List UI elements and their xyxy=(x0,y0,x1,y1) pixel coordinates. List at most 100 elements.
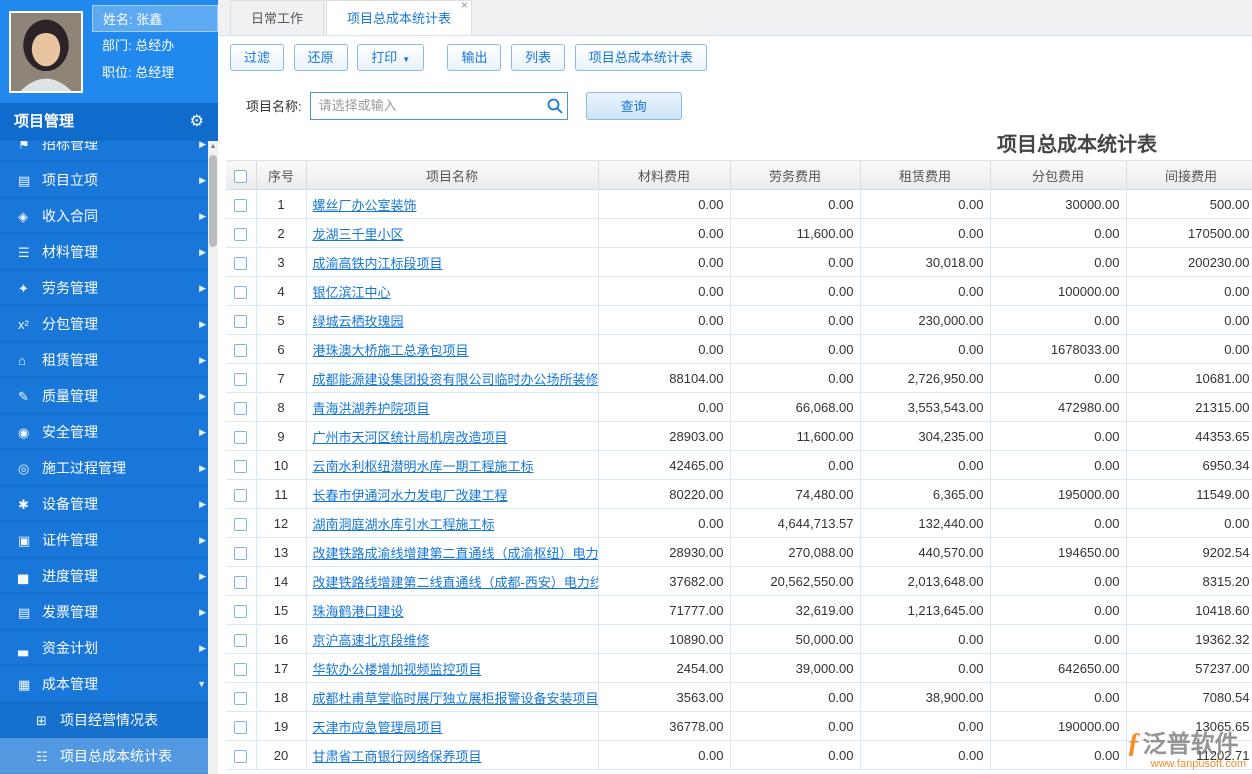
rent-cost-cell: 0.00 xyxy=(860,335,990,364)
row-checkbox[interactable] xyxy=(234,257,247,270)
project-link[interactable]: 京沪高速北京段维修 xyxy=(313,633,430,648)
chevron-right-icon: ▶ xyxy=(199,414,206,450)
tab-project-total-cost-report[interactable]: 项目总成本统计表 × xyxy=(326,0,472,35)
row-checkbox[interactable] xyxy=(234,315,247,328)
table-row: 8青海洪湖养护院项目0.0066,068.003,553,543.0047298… xyxy=(226,393,1252,422)
search-icon[interactable] xyxy=(546,97,564,115)
row-checkbox[interactable] xyxy=(234,692,247,705)
sidebar-item-income-contract[interactable]: ◈收入合同▶ xyxy=(0,198,218,234)
row-checkbox[interactable] xyxy=(234,199,247,212)
table-row: 13改建铁路成渝线增建第二直通线（成渝枢纽）电力线28930.00270,088… xyxy=(226,538,1252,567)
app-window: 姓名: 张鑫 部门: 总经办 职位: 总经理 项目管理 ⚙ ⚑招标管理▶▤项目立… xyxy=(0,0,1252,774)
sidebar-subitem-project-total-cost-report[interactable]: ☷项目总成本统计表 xyxy=(0,738,218,774)
restore-button[interactable]: 还原 xyxy=(294,44,348,71)
row-checkbox[interactable] xyxy=(234,518,247,531)
project-link[interactable]: 青海洪湖养护院项目 xyxy=(313,401,430,416)
user-title: 职位: 总经理 xyxy=(92,59,218,86)
gear-icon[interactable]: ⚙ xyxy=(190,103,204,141)
sidebar-item-equipment[interactable]: ✱设备管理▶ xyxy=(0,486,218,522)
sidebar-item-safety[interactable]: ◉安全管理▶ xyxy=(0,414,218,450)
sidebar-item-cost[interactable]: ▦成本管理▼ xyxy=(0,666,218,702)
row-checkbox[interactable] xyxy=(234,663,247,676)
sidebar-item-project-setup[interactable]: ▤项目立项▶ xyxy=(0,162,218,198)
project-link[interactable]: 长春市伊通河水力发电厂改建工程 xyxy=(313,488,508,503)
table-body: 1螺丝厂办公室装饰0.000.000.0030000.00500.002龙湖三千… xyxy=(226,190,1252,770)
project-link[interactable]: 改建铁路线增建第二线直通线（成都-西安）电力线 xyxy=(313,575,599,590)
row-checkbox[interactable] xyxy=(234,721,247,734)
table-row: 17华软办公楼增加视频监控项目2454.0039,000.000.0064265… xyxy=(226,654,1252,683)
print-button[interactable]: 打印▼ xyxy=(357,44,424,71)
project-link[interactable]: 甘肃省工商银行网络保养项目 xyxy=(313,749,482,764)
project-link[interactable]: 成都杜甫草堂临时展厅独立展柜报警设备安装项目 xyxy=(313,691,599,706)
row-checkbox[interactable] xyxy=(234,431,247,444)
sidebar-item-labor[interactable]: ✦劳务管理▶ xyxy=(0,270,218,306)
sidebar-item-invoice[interactable]: ▤发票管理▶ xyxy=(0,594,218,630)
sidebar-item-material[interactable]: ☰材料管理▶ xyxy=(0,234,218,270)
project-link[interactable]: 湖南洞庭湖水库引水工程施工标 xyxy=(313,517,495,532)
row-checkbox[interactable] xyxy=(234,605,247,618)
project-link[interactable]: 港珠澳大桥施工总承包项目 xyxy=(313,343,469,358)
row-index: 14 xyxy=(256,567,306,596)
row-index: 2 xyxy=(256,219,306,248)
query-button[interactable]: 查询 xyxy=(586,92,682,120)
subcontract-icon: x² xyxy=(18,307,42,343)
row-checkbox[interactable] xyxy=(234,228,247,241)
material-cost-cell: 28903.00 xyxy=(598,422,730,451)
row-checkbox[interactable] xyxy=(234,286,247,299)
sidebar-item-quality[interactable]: ✎质量管理▶ xyxy=(0,378,218,414)
tab-daily-work[interactable]: 日常工作 xyxy=(230,0,324,35)
project-link[interactable]: 广州市天河区统计局机房改造项目 xyxy=(313,430,508,445)
scroll-up-icon[interactable]: ▲ xyxy=(208,141,218,153)
rent-cost-cell: 2,726,950.00 xyxy=(860,364,990,393)
rent-cost-cell: 0.00 xyxy=(860,625,990,654)
report-button[interactable]: 项目总成本统计表 xyxy=(575,44,707,71)
project-link[interactable]: 成都能源建设集团投资有限公司临时办公场所装修 xyxy=(313,372,599,387)
row-checkbox[interactable] xyxy=(234,402,247,415)
project-name-input[interactable] xyxy=(310,92,568,120)
sidebar-item-bid[interactable]: ⚑招标管理▶ xyxy=(0,141,218,162)
sidebar-item-subcontract[interactable]: x²分包管理▶ xyxy=(0,306,218,342)
labor-cost-cell: 74,480.00 xyxy=(730,480,860,509)
material-cost-cell: 3563.00 xyxy=(598,683,730,712)
row-checkbox[interactable] xyxy=(234,576,247,589)
sidebar-subitem-project-operation-report[interactable]: ⊞项目经营情况表 xyxy=(0,702,218,738)
sidebar-item-certificate[interactable]: ▣证件管理▶ xyxy=(0,522,218,558)
list-button[interactable]: 列表 xyxy=(511,44,565,71)
labor-cost-cell: 0.00 xyxy=(730,190,860,219)
project-link[interactable]: 成渝高铁内江标段项目 xyxy=(313,256,443,271)
safety-icon: ◉ xyxy=(18,415,42,451)
sidebar-item-lease[interactable]: ⌂租赁管理▶ xyxy=(0,342,218,378)
row-checkbox[interactable] xyxy=(234,634,247,647)
scrollbar-thumb[interactable] xyxy=(209,155,217,247)
row-checkbox[interactable] xyxy=(234,460,247,473)
indirect-cost-cell: 11202.71 xyxy=(1126,741,1252,770)
project-link[interactable]: 龙湖三千里小区 xyxy=(313,227,404,242)
material-cost-cell: 0.00 xyxy=(598,219,730,248)
project-link[interactable]: 绿城云栖玫瑰园 xyxy=(313,314,404,329)
subcontract-cost-cell: 194650.00 xyxy=(990,538,1126,567)
sidebar-item-fund-plan[interactable]: ▃资金计划▶ xyxy=(0,630,218,666)
sidebar-item-progress[interactable]: ▅进度管理▶ xyxy=(0,558,218,594)
project-link[interactable]: 改建铁路成渝线增建第二直通线（成渝枢纽）电力线 xyxy=(313,546,599,561)
project-link[interactable]: 云南水利枢纽潜明水库一期工程施工标 xyxy=(313,459,534,474)
select-all-checkbox[interactable] xyxy=(234,170,247,183)
filter-button[interactable]: 过滤 xyxy=(230,44,284,71)
rent-cost-cell: 0.00 xyxy=(860,741,990,770)
subcontract-cost-cell: 0.00 xyxy=(990,596,1126,625)
indirect-cost-cell: 0.00 xyxy=(1126,277,1252,306)
project-link[interactable]: 华软办公楼增加视频监控项目 xyxy=(313,662,482,677)
row-checkbox[interactable] xyxy=(234,344,247,357)
close-icon[interactable]: × xyxy=(461,0,468,12)
project-link[interactable]: 天津市应急管理局项目 xyxy=(313,720,443,735)
project-link[interactable]: 珠海鹤港口建设 xyxy=(313,604,404,619)
row-checkbox[interactable] xyxy=(234,373,247,386)
sidebar-item-construction-process[interactable]: ◎施工过程管理▶ xyxy=(0,450,218,486)
project-link[interactable]: 螺丝厂办公室装饰 xyxy=(313,198,417,213)
export-button[interactable]: 输出 xyxy=(447,44,501,71)
row-checkbox[interactable] xyxy=(234,489,247,502)
row-checkbox[interactable] xyxy=(234,750,247,763)
row-checkbox[interactable] xyxy=(234,547,247,560)
project-link[interactable]: 银亿滨江中心 xyxy=(313,285,391,300)
row-index: 1 xyxy=(256,190,306,219)
sidebar-scrollbar[interactable]: ▲ xyxy=(208,141,218,774)
